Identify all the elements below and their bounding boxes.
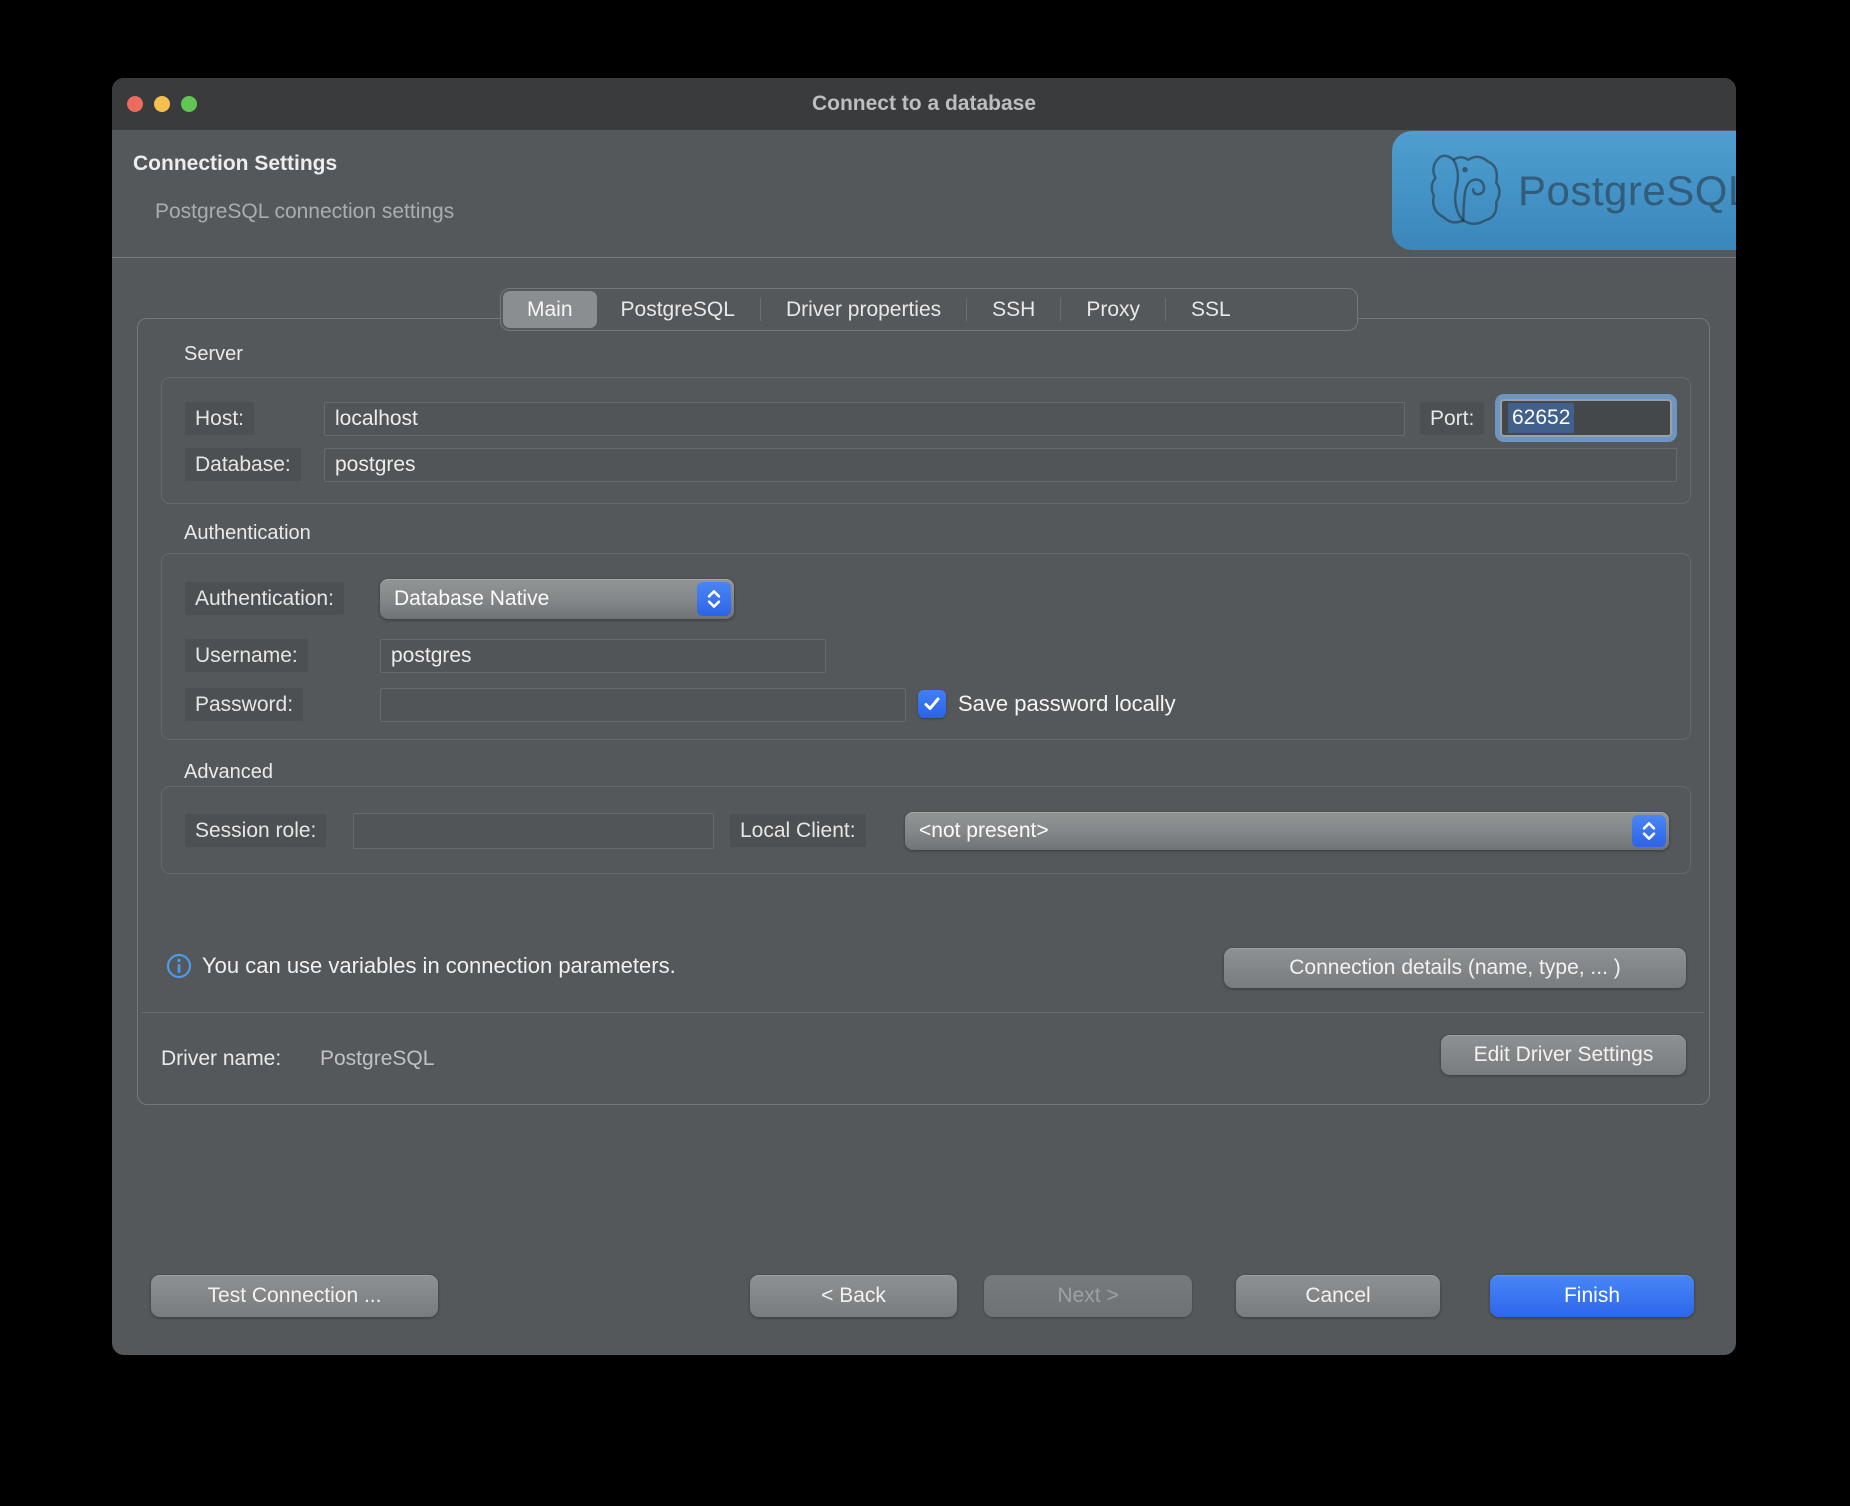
test-connection-button[interactable]: Test Connection ... bbox=[151, 1275, 438, 1317]
tab-separator bbox=[760, 298, 761, 321]
info-icon bbox=[166, 953, 192, 979]
tab-separator bbox=[1060, 298, 1061, 321]
back-button[interactable]: < Back bbox=[750, 1275, 957, 1317]
tab-main[interactable]: Main bbox=[503, 291, 597, 328]
next-button[interactable]: Next > bbox=[984, 1275, 1192, 1317]
close-button[interactable] bbox=[127, 96, 143, 112]
select-stepper-icon bbox=[1632, 815, 1666, 847]
authentication-select[interactable]: Database Native bbox=[380, 579, 734, 619]
edit-driver-settings-button[interactable]: Edit Driver Settings bbox=[1441, 1035, 1686, 1075]
window-title: Connect to a database bbox=[812, 92, 1036, 116]
page-title: Connection Settings bbox=[133, 152, 337, 176]
port-input[interactable]: 62652 bbox=[1500, 399, 1672, 437]
server-group: Host: Port: 62652 Database: bbox=[161, 377, 1691, 504]
local-client-selected-value: <not present> bbox=[919, 819, 1049, 843]
authentication-label: Authentication: bbox=[185, 582, 344, 615]
authentication-selected-value: Database Native bbox=[394, 587, 549, 611]
tab-bar: Main PostgreSQL Driver properties SSH Pr… bbox=[500, 288, 1358, 331]
tab-separator bbox=[1165, 298, 1166, 321]
postgresql-elephant-icon bbox=[1424, 150, 1506, 232]
username-input[interactable] bbox=[380, 639, 826, 673]
tab-postgresql[interactable]: PostgreSQL bbox=[597, 291, 759, 328]
traffic-lights bbox=[127, 78, 197, 130]
tab-separator bbox=[966, 298, 967, 321]
session-role-input[interactable] bbox=[353, 813, 714, 849]
server-section-label: Server bbox=[184, 343, 243, 366]
database-label: Database: bbox=[185, 448, 301, 481]
database-input[interactable] bbox=[324, 448, 1677, 482]
zoom-button[interactable] bbox=[181, 96, 197, 112]
advanced-section-label: Advanced bbox=[184, 761, 273, 784]
host-input[interactable] bbox=[324, 402, 1405, 436]
authentication-group: Authentication: Database Native Username… bbox=[161, 553, 1691, 740]
divider bbox=[142, 1012, 1704, 1013]
postgresql-logo-text: PostgreSQL bbox=[1518, 167, 1736, 215]
dialog-header: Connection Settings PostgreSQL connectio… bbox=[112, 130, 1736, 258]
driver-name-label: Driver name: bbox=[161, 1047, 281, 1071]
tab-ssh[interactable]: SSH bbox=[968, 291, 1059, 328]
port-selected-text: 62652 bbox=[1508, 403, 1574, 433]
advanced-group: Session role: Local Client: <not present… bbox=[161, 786, 1691, 874]
password-label: Password: bbox=[185, 688, 303, 721]
port-label: Port: bbox=[1420, 402, 1484, 435]
connect-dialog-window: Connect to a database Connection Setting… bbox=[112, 78, 1736, 1355]
page-subtitle: PostgreSQL connection settings bbox=[155, 200, 454, 224]
driver-name-value: PostgreSQL bbox=[320, 1047, 434, 1071]
save-password-checkbox[interactable] bbox=[918, 690, 946, 718]
host-label: Host: bbox=[185, 402, 254, 435]
authentication-section-label: Authentication bbox=[184, 522, 311, 545]
postgresql-logo-badge: PostgreSQL bbox=[1392, 131, 1736, 250]
save-password-label: Save password locally bbox=[958, 691, 1176, 717]
cancel-button[interactable]: Cancel bbox=[1236, 1275, 1440, 1317]
password-input[interactable] bbox=[380, 688, 906, 722]
session-role-label: Session role: bbox=[185, 814, 326, 847]
checkmark-icon bbox=[923, 696, 941, 712]
local-client-label: Local Client: bbox=[730, 814, 866, 847]
select-stepper-icon bbox=[697, 582, 731, 616]
tab-ssl[interactable]: SSL bbox=[1167, 291, 1255, 328]
local-client-select[interactable]: <not present> bbox=[905, 812, 1669, 850]
connection-details-button[interactable]: Connection details (name, type, ... ) bbox=[1224, 948, 1686, 988]
connection-settings-card: Server Host: Port: 62652 Database: Authe… bbox=[137, 318, 1710, 1105]
username-label: Username: bbox=[185, 639, 308, 672]
minimize-button[interactable] bbox=[154, 96, 170, 112]
titlebar[interactable]: Connect to a database bbox=[112, 78, 1736, 130]
tab-proxy[interactable]: Proxy bbox=[1062, 291, 1164, 328]
finish-button[interactable]: Finish bbox=[1490, 1275, 1694, 1317]
info-message: You can use variables in connection para… bbox=[202, 953, 676, 979]
tab-driver-properties[interactable]: Driver properties bbox=[762, 291, 965, 328]
